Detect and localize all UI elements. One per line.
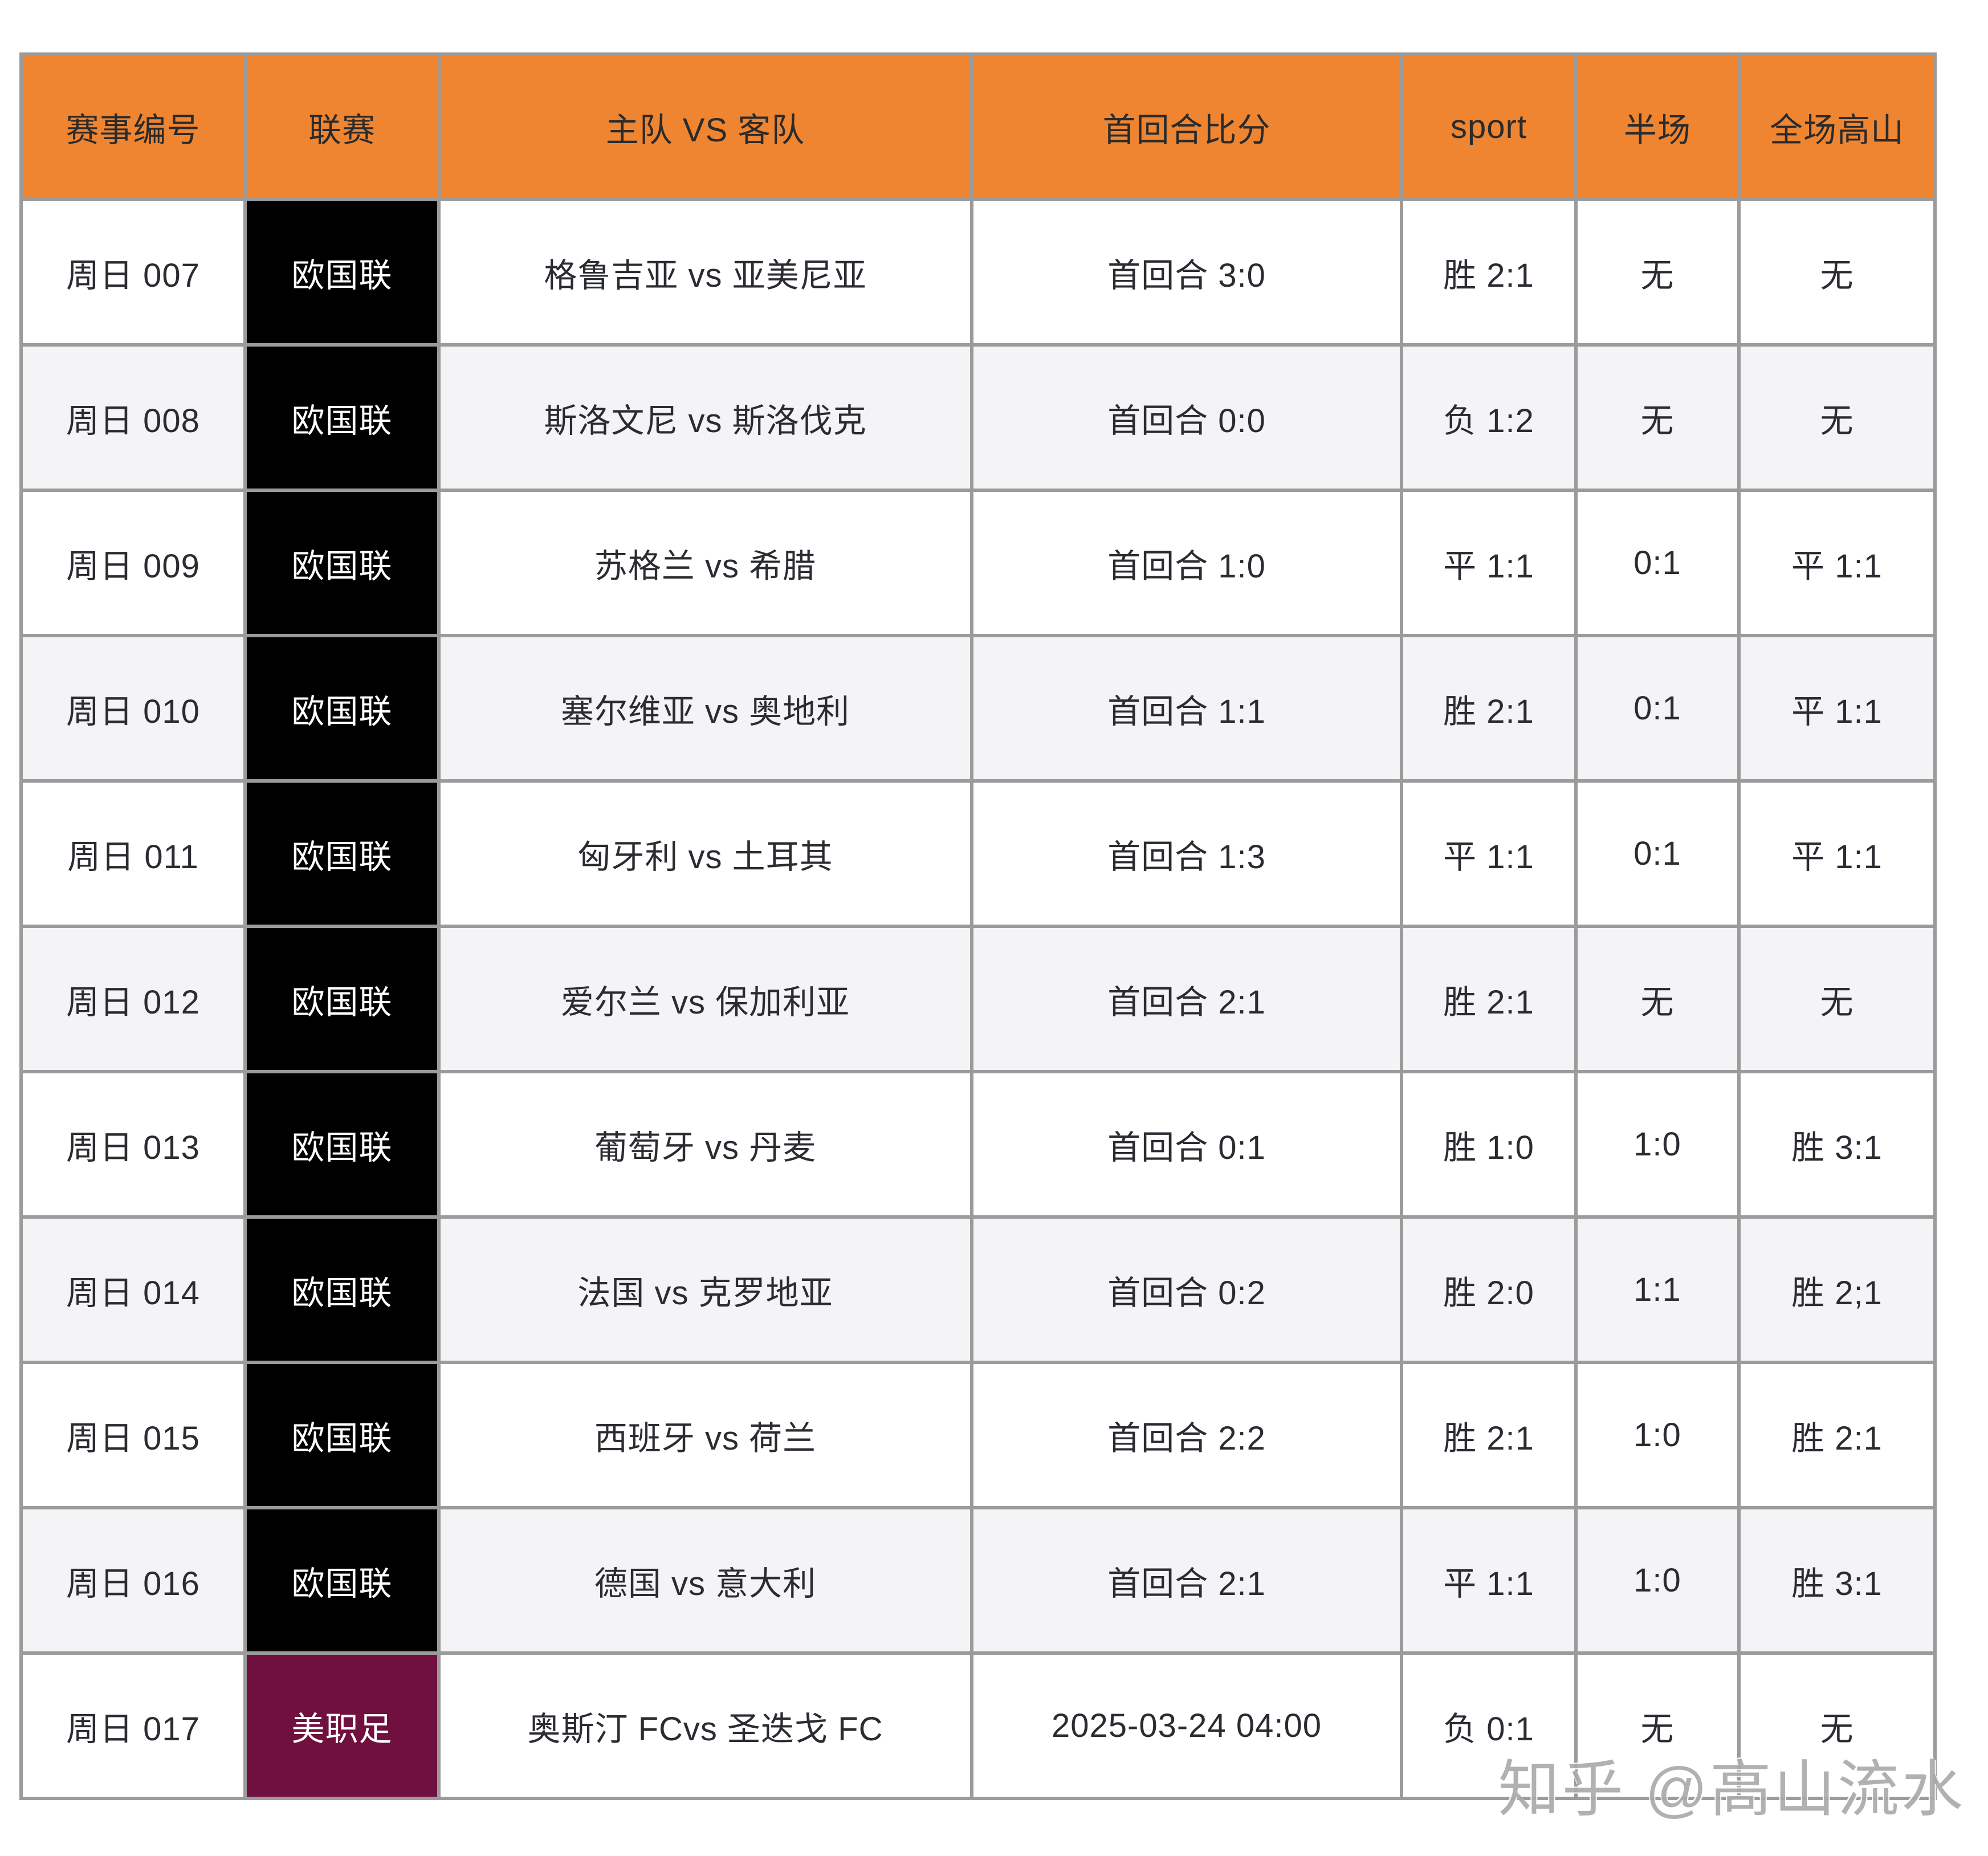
cell-sport: 胜 2:1: [1400, 1361, 1578, 1509]
table-row: 周日 011 欧国联 匈牙利 vs 土耳其 首回合 1:3 平 1:1 0:1 平 1:1: [19, 779, 1937, 928]
cell-full: 胜 2:1: [1737, 1361, 1937, 1509]
cell-first-leg: 首回合 2:1: [970, 1506, 1403, 1655]
cell-half: 1:0: [1574, 1070, 1741, 1219]
cell-half: 无: [1574, 343, 1741, 492]
cell-match-id: 周日 012: [19, 925, 247, 1073]
cell-match-id: 周日 013: [19, 1070, 247, 1219]
cell-league: 欧国联: [243, 489, 441, 637]
cell-league: 美职足: [243, 1651, 441, 1800]
cell-teams: 西班牙 vs 荷兰: [437, 1361, 973, 1509]
cell-teams: 法国 vs 克罗地亚: [437, 1215, 973, 1364]
cell-match-id: 周日 010: [19, 634, 247, 783]
cell-teams: 苏格兰 vs 希腊: [437, 489, 973, 637]
cell-first-leg: 首回合 1:3: [970, 779, 1403, 928]
cell-first-leg: 首回合 2:1: [970, 925, 1403, 1073]
cell-full: 胜 2;1: [1737, 1215, 1937, 1364]
cell-teams: 格鲁吉亚 vs 亚美尼亚: [437, 198, 973, 347]
header-sport: sport: [1400, 52, 1578, 201]
cell-half: 1:0: [1574, 1361, 1741, 1509]
match-results-table: 赛事编号 联赛 主队 VS 客队 首回合比分 sport 半场 全场高山 周日 …: [19, 52, 1937, 1800]
cell-teams: 匈牙利 vs 土耳其: [437, 779, 973, 928]
cell-half: 0:1: [1574, 489, 1741, 637]
cell-first-leg: 首回合 0:2: [970, 1215, 1403, 1364]
cell-full: 无: [1737, 343, 1937, 492]
cell-teams: 奥斯汀 FCvs 圣迭戈 FC: [437, 1651, 973, 1800]
cell-teams: 德国 vs 意大利: [437, 1506, 973, 1655]
table-row: 周日 010 欧国联 塞尔维亚 vs 奥地利 首回合 1:1 胜 2:1 0:1 平 1:1: [19, 634, 1937, 783]
header-full: 全场高山: [1737, 52, 1937, 201]
cell-first-leg: 首回合 3:0: [970, 198, 1403, 347]
table-row: 周日 014 欧国联 法国 vs 克罗地亚 首回合 0:2 胜 2:0 1:1 胜 2;1: [19, 1215, 1937, 1364]
cell-first-leg: 首回合 0:1: [970, 1070, 1403, 1219]
cell-sport: 胜 1:0: [1400, 1070, 1578, 1219]
cell-first-leg: 首回合 2:2: [970, 1361, 1403, 1509]
cell-half: 无: [1574, 198, 1741, 347]
cell-sport: 负 1:2: [1400, 343, 1578, 492]
cell-match-id: 周日 011: [19, 779, 247, 928]
cell-sport: 平 1:1: [1400, 1506, 1578, 1655]
cell-league: 欧国联: [243, 779, 441, 928]
cell-league: 欧国联: [243, 925, 441, 1073]
cell-match-id: 周日 014: [19, 1215, 247, 1364]
cell-sport: 平 1:1: [1400, 489, 1578, 637]
cell-league: 欧国联: [243, 198, 441, 347]
header-teams: 主队 VS 客队: [437, 52, 973, 201]
table-row: 周日 008 欧国联 斯洛文尼 vs 斯洛伐克 首回合 0:0 负 1:2 无无: [19, 343, 1937, 492]
cell-match-id: 周日 015: [19, 1361, 247, 1509]
cell-league: 欧国联: [243, 1070, 441, 1219]
cell-half: 无: [1574, 1651, 1741, 1800]
cell-full: 胜 3:1: [1737, 1506, 1937, 1655]
cell-match-id: 周日 007: [19, 198, 247, 347]
cell-league: 欧国联: [243, 1215, 441, 1364]
cell-full: 无: [1737, 198, 1937, 347]
cell-half: 0:1: [1574, 634, 1741, 783]
header-row: 赛事编号 联赛 主队 VS 客队 首回合比分 sport 半场 全场高山: [19, 52, 1937, 201]
cell-half: 0:1: [1574, 779, 1741, 928]
cell-full: 无: [1737, 925, 1937, 1073]
cell-first-leg: 首回合 1:0: [970, 489, 1403, 637]
cell-full: 平 1:1: [1737, 779, 1937, 928]
table-row: 周日 009 欧国联 苏格兰 vs 希腊 首回合 1:0 平 1:1 0:1 平 1:1: [19, 489, 1937, 637]
cell-league: 欧国联: [243, 1361, 441, 1509]
cell-first-leg: 首回合 0:0: [970, 343, 1403, 492]
cell-full: 胜 3:1: [1737, 1070, 1937, 1219]
cell-sport: 负 0:1: [1400, 1651, 1578, 1800]
header-league: 联赛: [243, 52, 441, 201]
cell-sport: 胜 2:1: [1400, 634, 1578, 783]
cell-match-id: 周日 009: [19, 489, 247, 637]
cell-half: 无: [1574, 925, 1741, 1073]
table-row: 周日 013 欧国联 葡萄牙 vs 丹麦 首回合 0:1 胜 1:0 1:0 胜 3:1: [19, 1070, 1937, 1219]
cell-sport: 胜 2:1: [1400, 198, 1578, 347]
cell-match-id: 周日 017: [19, 1651, 247, 1800]
cell-teams: 塞尔维亚 vs 奥地利: [437, 634, 973, 783]
cell-league: 欧国联: [243, 634, 441, 783]
cell-first-leg: 2025-03-24 04:00: [970, 1651, 1403, 1800]
cell-first-leg: 首回合 1:1: [970, 634, 1403, 783]
table-row: 周日 007 欧国联 格鲁吉亚 vs 亚美尼亚 首回合 3:0 胜 2:1 无无: [19, 198, 1937, 347]
cell-sport: 胜 2:0: [1400, 1215, 1578, 1364]
cell-teams: 斯洛文尼 vs 斯洛伐克: [437, 343, 973, 492]
cell-teams: 爱尔兰 vs 保加利亚: [437, 925, 973, 1073]
cell-sport: 胜 2:1: [1400, 925, 1578, 1073]
cell-sport: 平 1:1: [1400, 779, 1578, 928]
cell-full: 无: [1737, 1651, 1937, 1800]
header-match-id: 赛事编号: [19, 52, 247, 201]
cell-match-id: 周日 008: [19, 343, 247, 492]
cell-teams: 葡萄牙 vs 丹麦: [437, 1070, 973, 1219]
table-row: 周日 016 欧国联 德国 vs 意大利 首回合 2:1 平 1:1 1:0 胜 3:1: [19, 1506, 1937, 1655]
cell-league: 欧国联: [243, 1506, 441, 1655]
table-row: 周日 012 欧国联 爱尔兰 vs 保加利亚 首回合 2:1 胜 2:1 无无: [19, 925, 1937, 1073]
cell-match-id: 周日 016: [19, 1506, 247, 1655]
cell-half: 1:1: [1574, 1215, 1741, 1364]
header-half: 半场: [1574, 52, 1741, 201]
table-row: 周日 017 美职足 奥斯汀 FCvs 圣迭戈 FC 2025-03-24 04:00…: [19, 1651, 1937, 1800]
cell-league: 欧国联: [243, 343, 441, 492]
header-first-leg: 首回合比分: [970, 52, 1403, 201]
table-row: 周日 015 欧国联 西班牙 vs 荷兰 首回合 2:2 胜 2:1 1:0 胜 2:1: [19, 1361, 1937, 1509]
cell-full: 平 1:1: [1737, 489, 1937, 637]
cell-full: 平 1:1: [1737, 634, 1937, 783]
cell-half: 1:0: [1574, 1506, 1741, 1655]
